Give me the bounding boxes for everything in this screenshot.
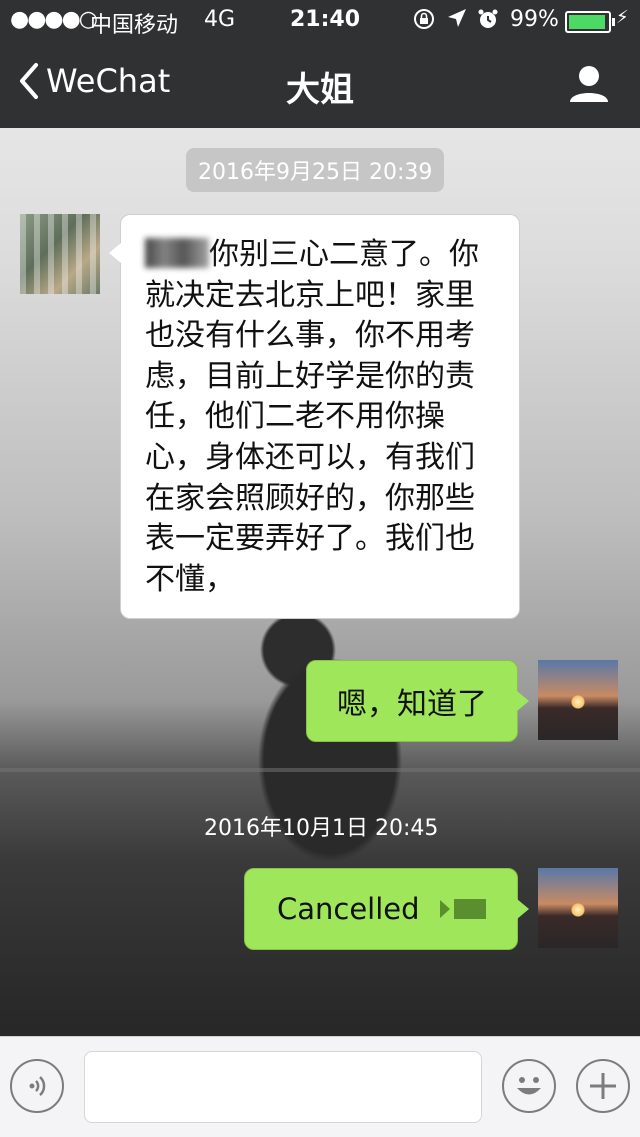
more-button[interactable] bbox=[576, 1059, 630, 1113]
battery-percent: 99% bbox=[510, 7, 559, 32]
sender-avatar[interactable] bbox=[20, 214, 100, 294]
incoming-message-text: 你别三心二意了。你就决定去北京上吧！家里也没有什么事，你不用考虑，目前上好学是你… bbox=[145, 237, 479, 597]
emoji-icon bbox=[517, 1077, 541, 1095]
message-input[interactable] bbox=[84, 1051, 482, 1123]
call-status-text: Cancelled bbox=[277, 892, 420, 926]
timestamp: 2016年10月1日 20:45 bbox=[204, 816, 439, 841]
timestamp: 2016年9月25日 20:39 bbox=[186, 148, 445, 192]
status-bar: ●●●●○ 中国移动 4G 21:40 99% ⚡ bbox=[0, 0, 640, 40]
cancelled-call-bubble[interactable]: Cancelled bbox=[244, 868, 529, 950]
alarm-icon bbox=[476, 7, 500, 37]
input-bar bbox=[0, 1036, 640, 1137]
voice-icon bbox=[29, 1076, 46, 1096]
outgoing-message-bubble[interactable]: 嗯，知道了 bbox=[306, 660, 529, 742]
clock: 21:40 bbox=[290, 7, 361, 32]
profile-icon bbox=[570, 66, 608, 102]
network-type: 4G bbox=[204, 7, 236, 32]
emoji-button[interactable] bbox=[502, 1059, 556, 1113]
battery-icon bbox=[565, 11, 615, 33]
my-avatar[interactable] bbox=[538, 868, 618, 948]
incoming-message-bubble[interactable]: 你别三心二意了。你就决定去北京上吧！家里也没有什么事，你不用考虑，目前上好学是你… bbox=[109, 214, 520, 620]
navigation-bar: WeChat 大姐 bbox=[0, 40, 640, 128]
carrier-name: 中国移动 bbox=[90, 13, 179, 38]
voice-button[interactable] bbox=[10, 1059, 64, 1113]
location-icon bbox=[446, 7, 468, 35]
signal-strength: ●●●●○ bbox=[10, 7, 98, 32]
my-avatar[interactable] bbox=[538, 660, 618, 740]
outgoing-message-text: 嗯，知道了 bbox=[337, 687, 487, 722]
profile-button[interactable] bbox=[568, 64, 610, 108]
chat-title: 大姐 bbox=[286, 70, 354, 110]
charging-bolt-icon: ⚡ bbox=[616, 7, 629, 28]
video-call-icon bbox=[439, 899, 486, 919]
orientation-lock-icon bbox=[412, 7, 436, 37]
plus-icon bbox=[590, 1073, 616, 1099]
redacted-name bbox=[145, 238, 209, 268]
